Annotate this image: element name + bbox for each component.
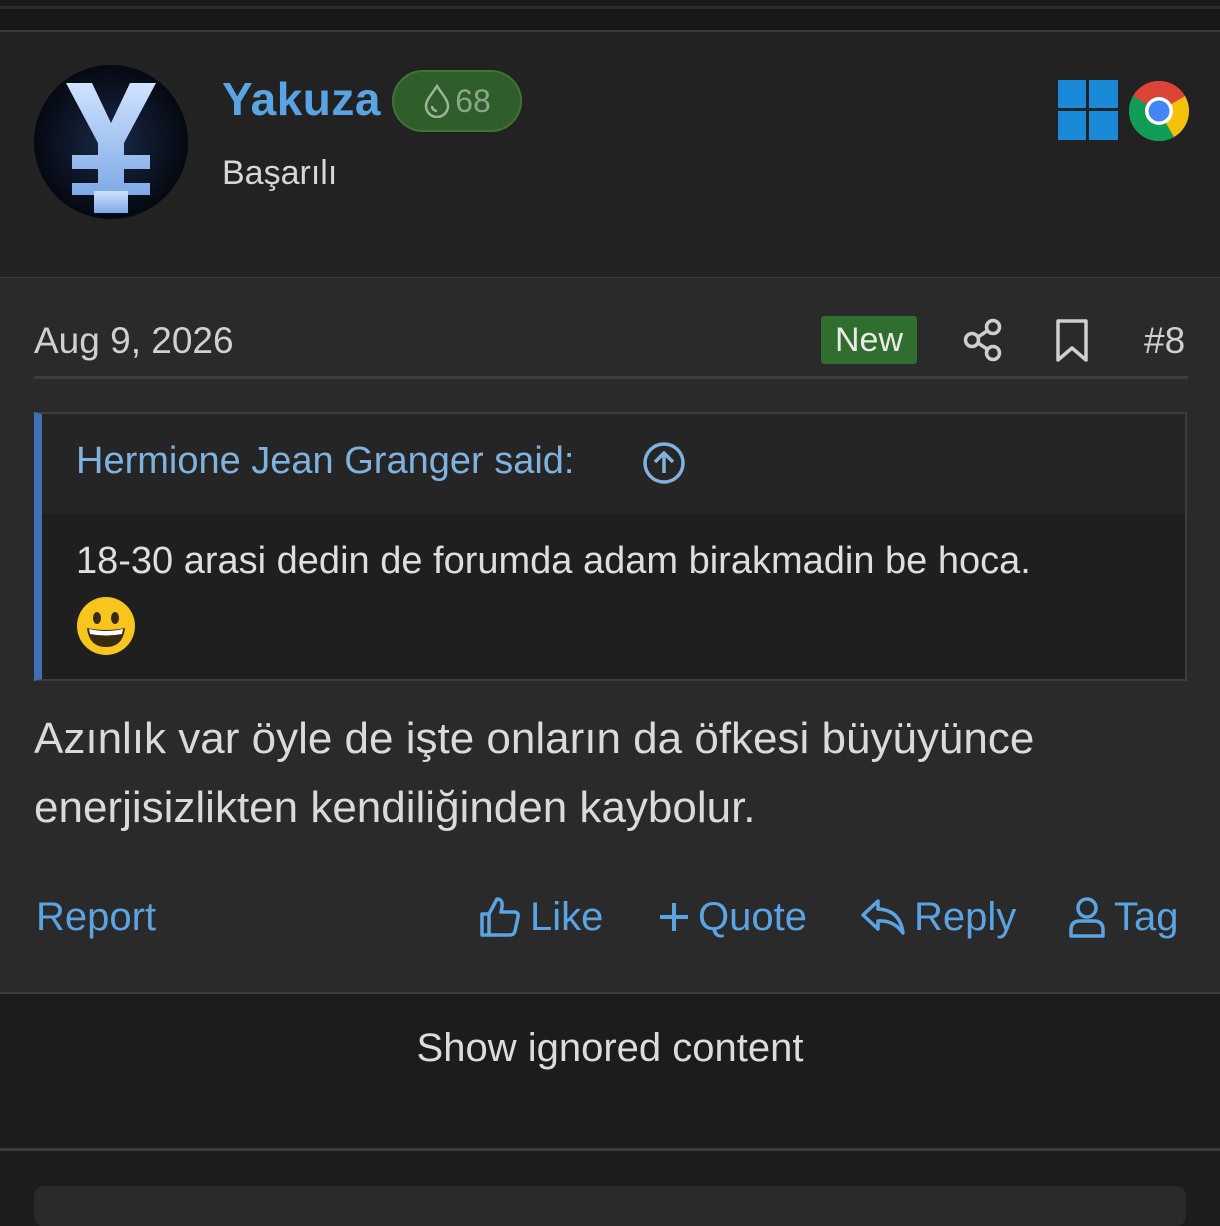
like-label: Like bbox=[530, 894, 604, 939]
report-link[interactable]: Report bbox=[36, 892, 156, 942]
username[interactable]: Yakuza bbox=[222, 72, 381, 126]
quote-block: Hermione Jean Granger said: 18-30 arasi … bbox=[34, 412, 1187, 681]
new-badge: New bbox=[821, 316, 917, 364]
reply-label: Reply bbox=[914, 894, 1017, 939]
reputation-count: 68 bbox=[455, 82, 491, 119]
quote-button[interactable]: Quote bbox=[658, 892, 807, 942]
next-post-card bbox=[34, 1186, 1186, 1226]
avatar[interactable] bbox=[34, 65, 188, 219]
quote-header: Hermione Jean Granger said: bbox=[42, 414, 1185, 514]
bookmark-icon[interactable] bbox=[1054, 318, 1090, 364]
yen-icon bbox=[34, 65, 188, 219]
user-title: Başarılı bbox=[222, 154, 338, 192]
tag-label: Tag bbox=[1114, 894, 1179, 939]
tag-button[interactable]: Tag bbox=[1068, 892, 1179, 942]
reply-icon bbox=[861, 899, 905, 935]
top-strip bbox=[0, 0, 1220, 33]
plus-icon bbox=[660, 903, 688, 931]
user-block: Yakuza 68 Başarılı bbox=[0, 32, 1220, 310]
post-body: Azınlık var öyle de işte onların da öfke… bbox=[34, 714, 1035, 832]
chrome-icon bbox=[1128, 80, 1189, 142]
quote-text: 18-30 arasi dedin de forumda adam birakm… bbox=[76, 540, 1031, 582]
like-button[interactable]: Like bbox=[478, 892, 603, 942]
droplet-icon bbox=[424, 84, 450, 118]
report-label: Report bbox=[36, 894, 157, 939]
arrow-up-circle-icon[interactable] bbox=[642, 441, 686, 485]
share-icon[interactable] bbox=[962, 318, 1004, 362]
quote-label: Quote bbox=[698, 894, 807, 939]
post-header-divider bbox=[34, 376, 1188, 379]
quote-author[interactable]: Hermione Jean Granger said: bbox=[76, 440, 574, 483]
post-date[interactable]: Aug 9, 2026 bbox=[34, 320, 234, 362]
user-icon bbox=[1069, 897, 1105, 938]
post: Aug 9, 2026 New #8 Hermione Jean Granger… bbox=[0, 278, 1220, 995]
windows-icon bbox=[1058, 80, 1118, 140]
reply-button[interactable]: Reply bbox=[860, 892, 1016, 942]
show-ignored-content-label: Show ignored content bbox=[416, 1026, 804, 1070]
post-number[interactable]: #8 bbox=[1144, 320, 1185, 362]
grinning-face-icon bbox=[77, 597, 135, 655]
thumbs-up-icon bbox=[480, 897, 520, 937]
show-ignored-content-bar[interactable]: Show ignored content bbox=[0, 994, 1220, 1151]
reputation-badge: 68 bbox=[392, 70, 522, 132]
